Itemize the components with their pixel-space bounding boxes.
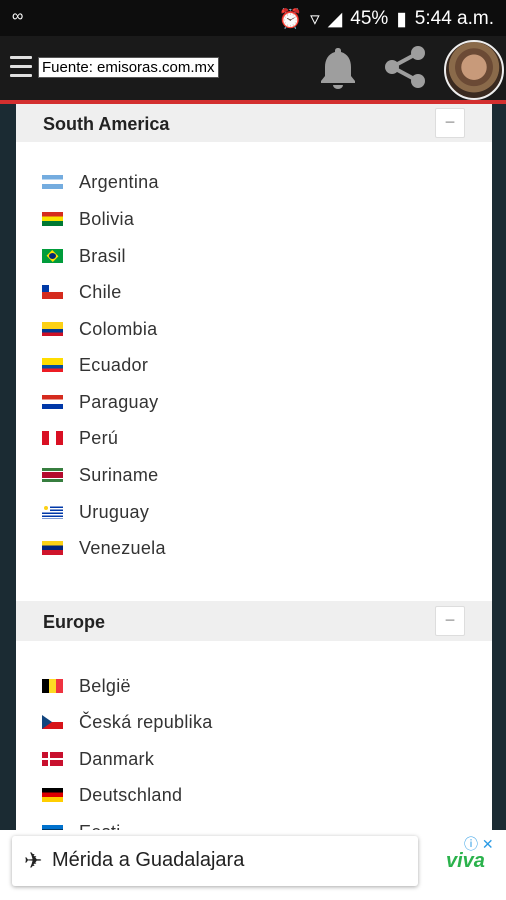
share-icon[interactable]	[380, 44, 430, 90]
ad-link[interactable]: ✈ Mérida a Guadalajara	[12, 836, 418, 886]
country-item-ecuador[interactable]: Ecuador	[42, 350, 148, 380]
ad-text: Mérida a Guadalajara	[52, 849, 245, 871]
section-header-europe[interactable]: Europe −	[16, 601, 492, 641]
brasil-flag-icon	[42, 249, 63, 263]
country-item-venezuela[interactable]: Venezuela	[42, 533, 166, 563]
avatar[interactable]	[444, 40, 504, 100]
ad-brand-logo: viva	[446, 850, 485, 872]
country-item-chile[interactable]: Chile	[42, 277, 122, 307]
ecuador-flag-icon	[42, 358, 63, 372]
uruguay-flag-icon	[42, 505, 63, 519]
airplane-icon: ✈	[24, 848, 43, 873]
section-title: South America	[43, 114, 170, 134]
section-title: Europe	[43, 612, 106, 632]
belgium-flag-icon	[42, 679, 63, 693]
denmark-flag-icon	[42, 752, 63, 766]
germany-flag-icon	[42, 788, 63, 802]
alarm-icon: ⏰	[278, 9, 303, 30]
country-item-brasil[interactable]: Brasil	[42, 241, 126, 271]
country-item-colombia[interactable]: Colombia	[42, 314, 157, 344]
country-item-peru[interactable]: Perú	[42, 423, 118, 453]
signal-icon: ◢	[327, 8, 343, 30]
ad-banner[interactable]: ✈ Mérida a Guadalajara ⓘ ✕ viva	[0, 830, 506, 900]
voicemail-icon: ∞	[12, 8, 24, 25]
argentina-flag-icon	[42, 175, 63, 189]
country-item-belgie[interactable]: België	[42, 671, 131, 701]
bell-icon[interactable]	[316, 44, 360, 90]
source-label: Fuente: emisoras.com.mx	[38, 57, 219, 78]
battery-percent: 45%	[350, 8, 389, 29]
collapse-button[interactable]: −	[435, 108, 465, 138]
country-item-eesti[interactable]: Eesti	[42, 817, 121, 830]
chile-flag-icon	[42, 285, 63, 299]
country-item-suriname[interactable]: Suriname	[42, 460, 158, 490]
country-item-uruguay[interactable]: Uruguay	[42, 497, 149, 527]
venezuela-flag-icon	[42, 541, 63, 555]
country-item-argentina[interactable]: Argentina	[42, 167, 159, 197]
section-header-south-america[interactable]: South America −	[16, 104, 492, 142]
clock: 5:44 a.m.	[414, 8, 494, 29]
status-bar: ∞ ⏰ ▿ ◢ 45% ▮ 5:44 a.m.	[0, 0, 506, 36]
country-item-bolivia[interactable]: Bolivia	[42, 204, 134, 234]
paraguay-flag-icon	[42, 395, 63, 409]
suriname-flag-icon	[42, 468, 63, 482]
country-list-panel: South America − Argentina Bolivia Brasil…	[16, 104, 492, 830]
czech-flag-icon	[42, 715, 63, 729]
menu-icon[interactable]	[10, 56, 32, 78]
bolivia-flag-icon	[42, 212, 63, 226]
country-item-paraguay[interactable]: Paraguay	[42, 387, 158, 417]
country-item-deutschland[interactable]: Deutschland	[42, 780, 182, 810]
peru-flag-icon	[42, 431, 63, 445]
wifi-icon: ▿	[310, 8, 320, 30]
country-item-ceska-republika[interactable]: Česká republika	[42, 707, 213, 737]
battery-icon: ▮	[396, 8, 407, 30]
collapse-button[interactable]: −	[435, 606, 465, 636]
colombia-flag-icon	[42, 322, 63, 336]
country-item-danmark[interactable]: Danmark	[42, 744, 154, 774]
